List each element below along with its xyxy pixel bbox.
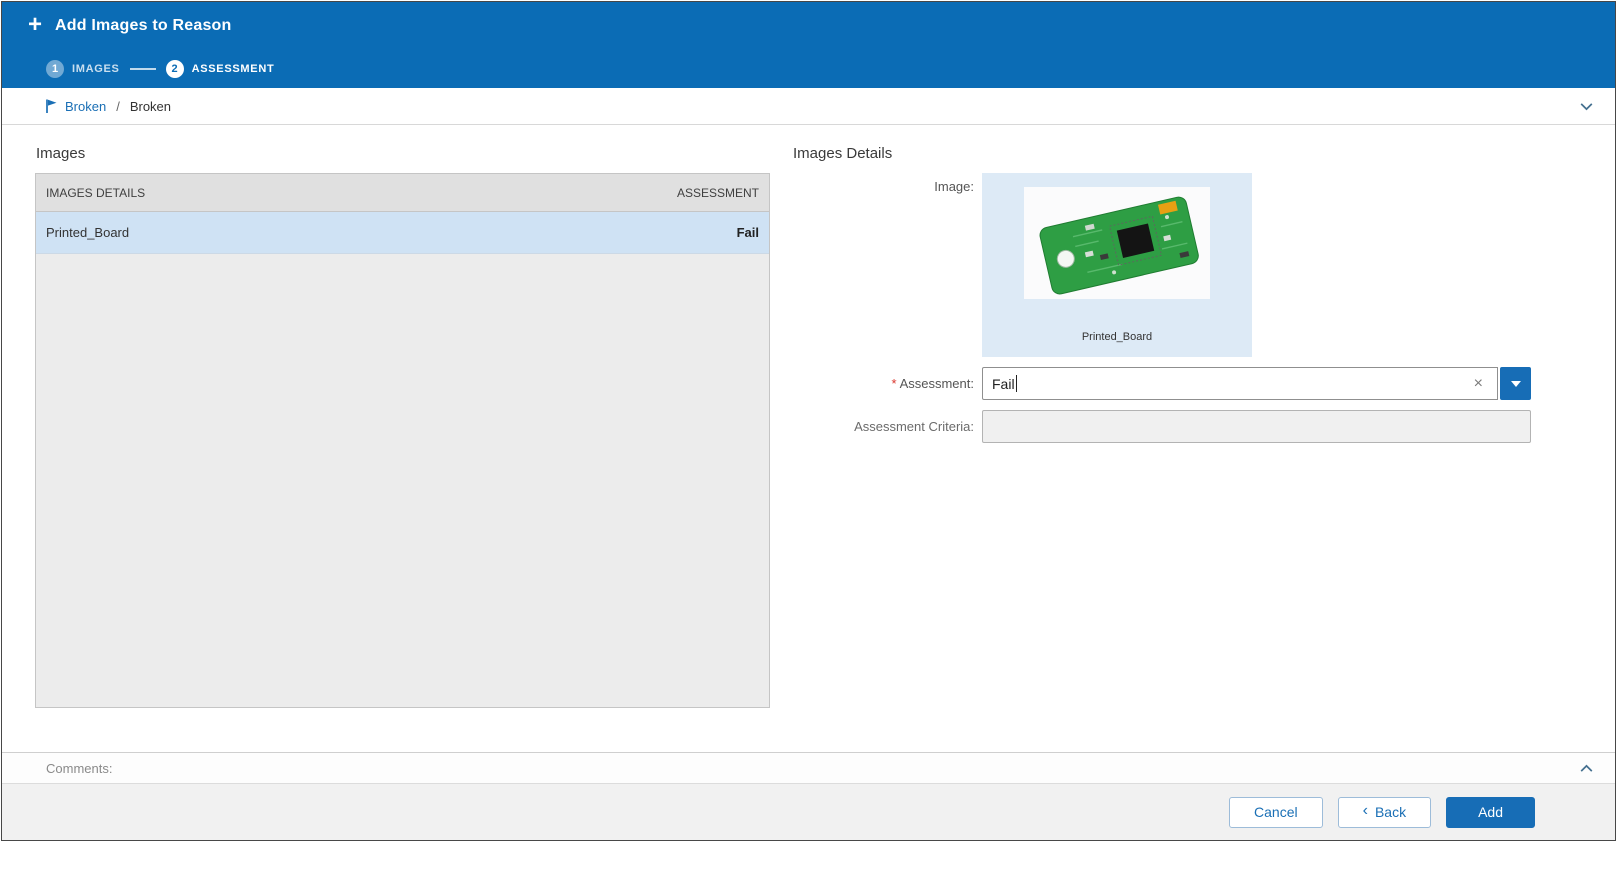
row-image-name: Printed_Board <box>46 225 129 240</box>
chevron-left-icon: ‹ <box>1363 802 1368 820</box>
breadcrumb-separator: / <box>116 99 120 114</box>
breadcrumb-bar: Broken / Broken <box>2 88 1615 125</box>
chevron-down-icon[interactable] <box>1578 98 1595 115</box>
assessment-criteria-label: Assessment Criteria: <box>792 410 982 443</box>
assessment-label: *Assessment: <box>792 367 982 400</box>
add-button-label: Add <box>1478 804 1503 820</box>
breadcrumb-link[interactable]: Broken <box>65 99 106 114</box>
assessment-row: *Assessment: Fail × <box>792 367 1539 400</box>
table-empty-area <box>36 254 769 707</box>
add-button[interactable]: Add <box>1446 797 1535 828</box>
dialog-title: Add Images to Reason <box>55 17 231 35</box>
image-preview-row: Image: <box>792 173 1539 357</box>
comments-bar: Comments: <box>2 752 1615 783</box>
step-1-label: IMAGES <box>72 63 120 75</box>
flag-icon <box>44 98 59 114</box>
images-panel-title: Images <box>36 145 770 162</box>
assessment-input-value: Fail <box>992 376 1015 392</box>
dialog-header: + Add Images to Reason <box>2 2 1615 50</box>
assessment-criteria-input <box>982 410 1531 443</box>
text-cursor <box>1016 375 1017 392</box>
assessment-combobox: Fail × <box>982 367 1531 400</box>
step-assessment[interactable]: 2 ASSESSMENT <box>166 60 275 78</box>
step-connector-line <box>130 68 156 70</box>
add-images-dialog: + Add Images to Reason 1 IMAGES 2 ASSESS… <box>1 1 1616 841</box>
table-row[interactable]: Printed_Board Fail <box>36 212 769 254</box>
breadcrumb-current: Broken <box>130 99 171 114</box>
step-1-circle: 1 <box>46 60 64 78</box>
row-assessment-value: Fail <box>737 225 759 240</box>
main-content: Images IMAGES DETAILS ASSESSMENT Printed… <box>2 125 1615 752</box>
image-preview-box: Printed_Board <box>982 173 1252 357</box>
pcb-thumbnail-image <box>1024 187 1210 299</box>
back-button[interactable]: ‹ Back <box>1338 797 1431 828</box>
clear-icon[interactable]: × <box>1469 376 1488 392</box>
back-button-label: Back <box>1375 804 1406 820</box>
plus-icon: + <box>28 13 42 37</box>
comments-label: Comments: <box>46 761 112 776</box>
image-caption: Printed_Board <box>1082 331 1152 343</box>
required-asterisk: * <box>892 376 897 391</box>
cancel-button-label: Cancel <box>1254 804 1298 820</box>
stepper: 1 IMAGES 2 ASSESSMENT <box>2 50 1615 88</box>
caret-down-icon <box>1511 381 1521 387</box>
images-panel: Images IMAGES DETAILS ASSESSMENT Printed… <box>35 145 770 752</box>
column-header-images-details[interactable]: IMAGES DETAILS <box>46 186 145 200</box>
step-images[interactable]: 1 IMAGES <box>46 60 120 78</box>
assessment-dropdown-button[interactable] <box>1500 367 1531 400</box>
images-table-header: IMAGES DETAILS ASSESSMENT <box>36 174 769 212</box>
assessment-input[interactable]: Fail × <box>982 367 1498 400</box>
assessment-criteria-row: Assessment Criteria: <box>792 410 1539 443</box>
step-2-circle: 2 <box>166 60 184 78</box>
image-details-panel: Images Details Image: <box>792 145 1539 752</box>
images-table: IMAGES DETAILS ASSESSMENT Printed_Board … <box>35 173 770 708</box>
dialog-footer: Cancel ‹ Back Add <box>2 783 1615 840</box>
cancel-button[interactable]: Cancel <box>1229 797 1323 828</box>
image-details-title: Images Details <box>793 145 1539 162</box>
image-label: Image: <box>792 173 982 357</box>
column-header-assessment[interactable]: ASSESSMENT <box>677 186 759 200</box>
chevron-up-icon[interactable] <box>1578 760 1595 777</box>
step-2-label: ASSESSMENT <box>192 63 275 75</box>
